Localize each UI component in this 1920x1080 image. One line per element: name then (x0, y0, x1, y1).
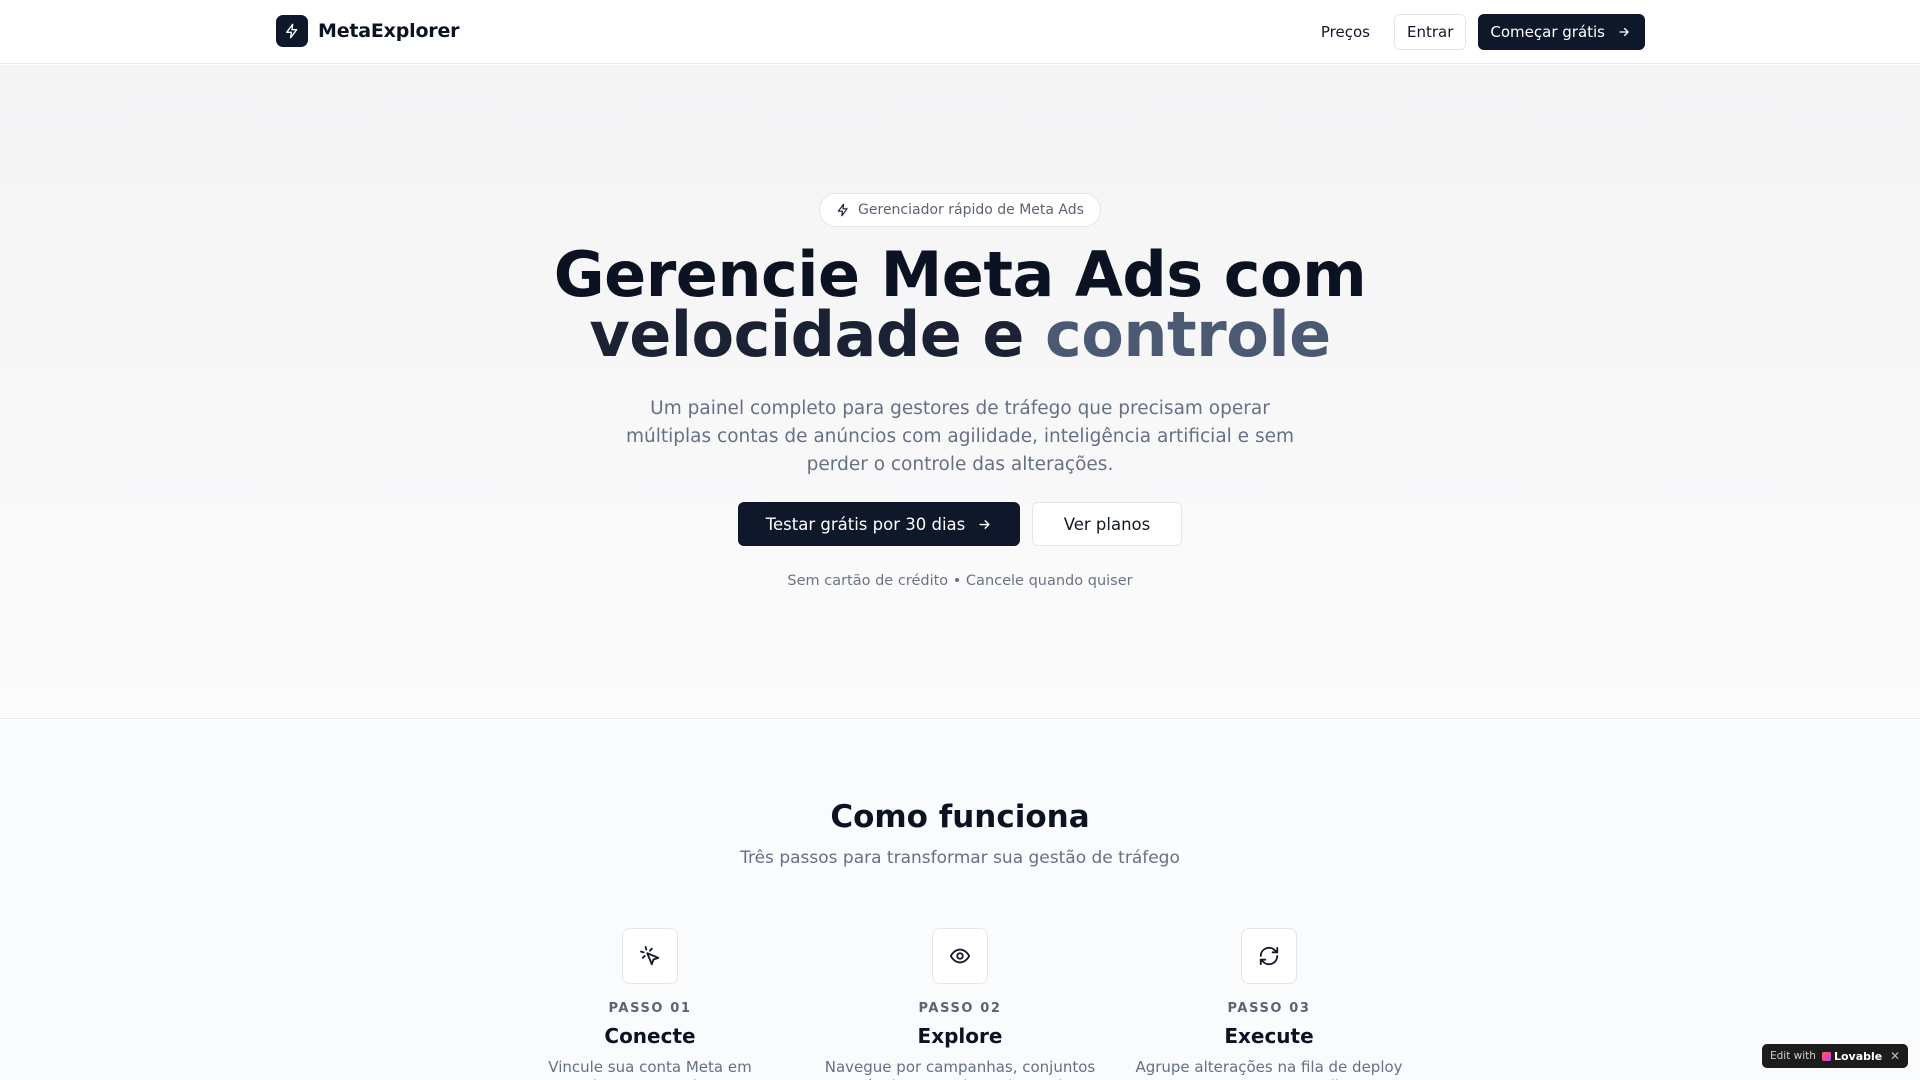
step-number: PASSO 01 (608, 1001, 692, 1016)
lightning-logo-icon (276, 15, 308, 47)
hero-note: Sem cartão de crédito • Cancele quando q… (787, 573, 1133, 589)
step-card-execute: PASSO 03 Execute Agrupe alterações na fi… (1129, 928, 1409, 1080)
hero-cta-row: Testar grátis por 30 dias Ver planos (738, 502, 1182, 546)
lightning-icon (837, 203, 848, 217)
hero-title-highlight-a: velocidade e (589, 298, 1024, 371)
step-card-connect: PASSO 01 Conecte Vincule sua conta Meta … (510, 928, 790, 1080)
brand[interactable]: MetaExplorer (276, 15, 460, 47)
trial-button-label: Testar grátis por 30 dias (765, 514, 966, 534)
edit-with-lovable-badge[interactable]: Edit with Lovable ✕ (1762, 1044, 1908, 1068)
close-icon[interactable]: ✕ (1890, 1049, 1900, 1063)
hero-title-line1: Gerencie Meta Ads com (553, 238, 1367, 311)
nav-link-pricing[interactable]: Preços (1321, 23, 1370, 41)
hero-title-line2: velocidade e controle (0, 304, 1920, 366)
step-description: Agrupe alterações na fila de deploy e pr… (1135, 1058, 1403, 1080)
pointer-click-icon (622, 928, 678, 984)
hero-badge-label: Gerenciador rápido de Meta Ads (858, 202, 1084, 218)
hero-title: Gerencie Meta Ads com velocidade e contr… (0, 238, 1920, 366)
lovable-heart-icon (1821, 1051, 1831, 1061)
brand-name: MetaExplorer (318, 20, 460, 42)
step-number: PASSO 02 (918, 1001, 1002, 1016)
eye-icon (932, 928, 988, 984)
arrow-right-icon (1619, 27, 1629, 37)
step-title: Execute (1224, 1024, 1314, 1048)
lovable-brand-label: Lovable (1833, 1049, 1883, 1063)
login-button[interactable]: Entrar (1393, 14, 1467, 50)
section-subtitle: Três passos para transformar sua gestão … (740, 848, 1180, 868)
nav-actions: Preços Entrar Começar grátis (1321, 14, 1645, 50)
trial-button[interactable]: Testar grátis por 30 dias (738, 502, 1020, 546)
step-title: Conecte (604, 1024, 696, 1048)
arrow-right-icon (979, 519, 990, 529)
edit-with-label: Edit with (1770, 1050, 1816, 1062)
step-title: Explore (917, 1024, 1003, 1048)
step-number: PASSO 03 (1227, 1001, 1311, 1016)
login-button-label: Entrar (1406, 23, 1454, 41)
section-title: Como funciona (830, 799, 1090, 835)
view-plans-button[interactable]: Ver planos (1032, 502, 1182, 546)
hero-subtitle: Um painel completo para gestores de tráf… (626, 398, 1294, 475)
view-plans-label: Ver planos (1063, 514, 1151, 534)
hero-badge: Gerenciador rápido de Meta Ads (819, 193, 1101, 227)
top-navbar: MetaExplorer Preços Entrar Começar gráti… (0, 0, 1920, 64)
hero-section: Gerenciador rápido de Meta Ads Gerencie … (0, 65, 1920, 719)
how-it-works-section: Como funciona Três passos para transform… (0, 720, 1920, 1080)
step-card-explore: PASSO 02 Explore Navegue por campanhas, … (820, 928, 1100, 1080)
lovable-brand: Lovable (1821, 1049, 1883, 1063)
hero-title-highlight-b: controle (1045, 298, 1331, 371)
step-description: Navegue por campanhas, conjuntos e anúnc… (824, 1058, 1096, 1080)
start-free-button[interactable]: Começar grátis (1478, 14, 1645, 50)
step-description: Vincule sua conta Meta em segundos com O… (542, 1058, 758, 1080)
start-free-label: Começar grátis (1490, 23, 1605, 41)
refresh-icon (1241, 928, 1297, 984)
